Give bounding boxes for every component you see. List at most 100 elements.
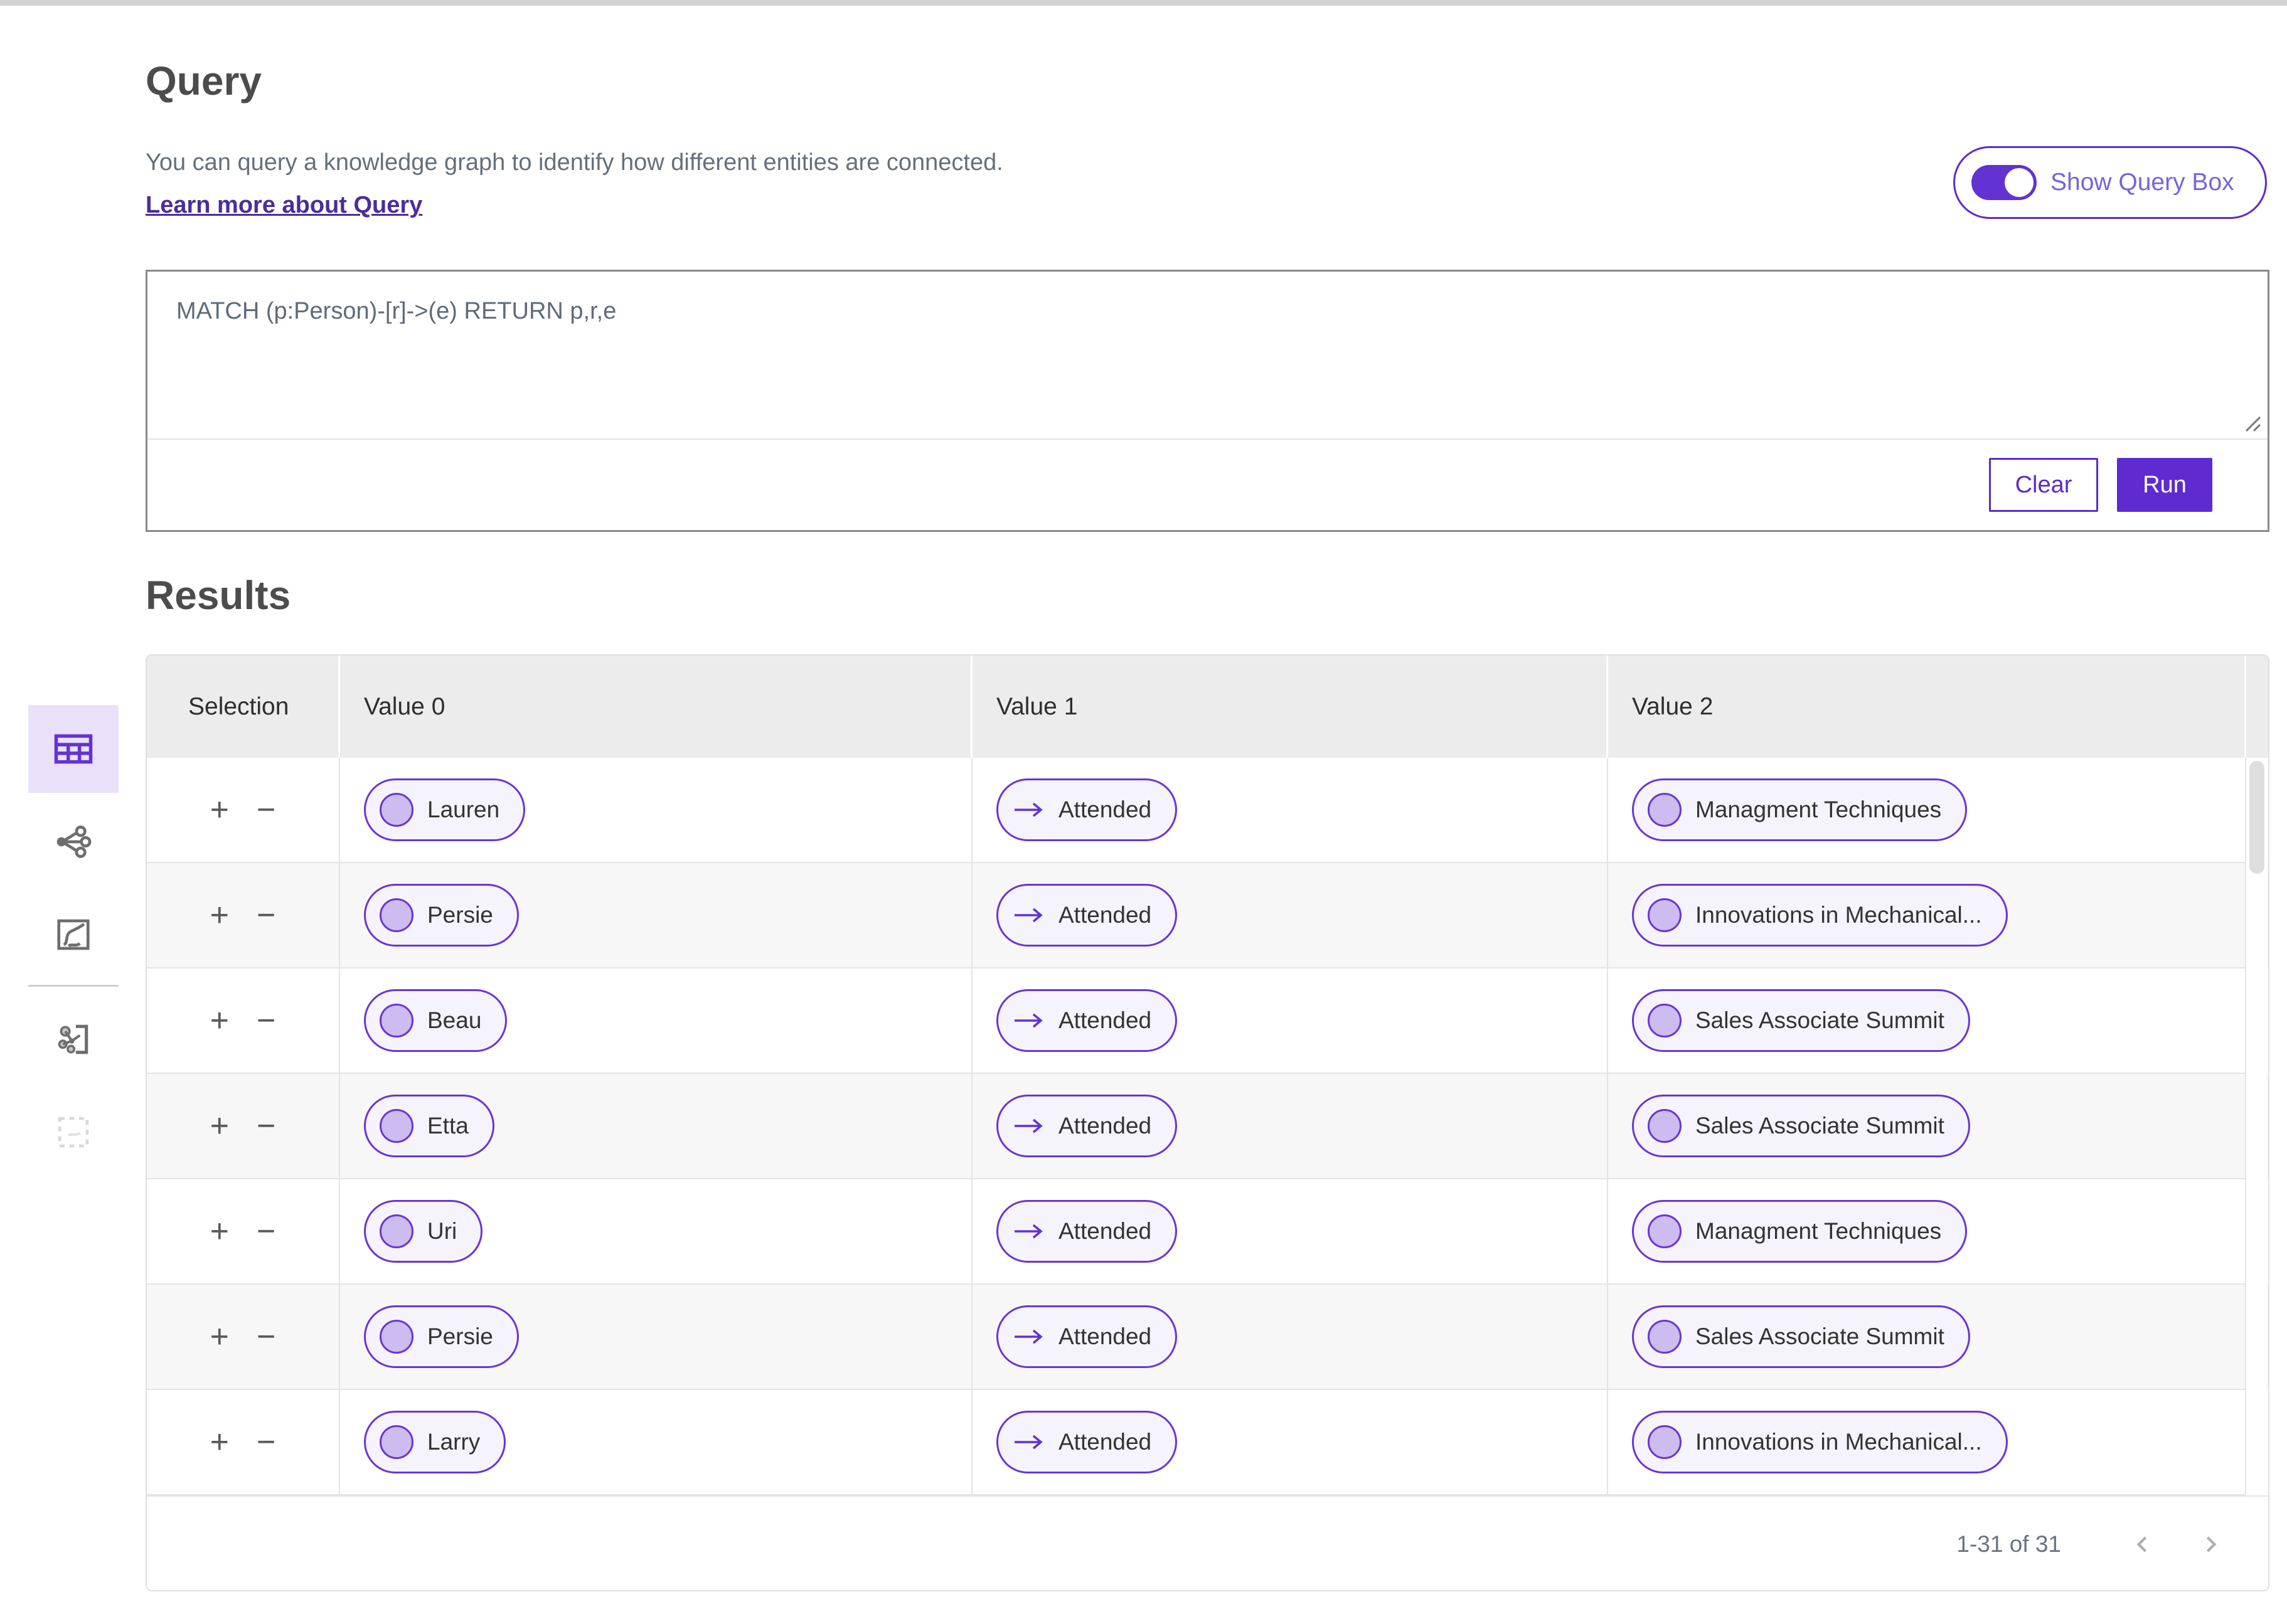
node-pill[interactable]: Lauren <box>364 778 525 841</box>
expand-row-button[interactable]: + <box>210 1426 229 1458</box>
pill-label: Sales Associate Summit <box>1695 1324 1944 1350</box>
node-pill[interactable]: Innovations in Mechanical... <box>1632 884 2008 947</box>
empty-selection-icon <box>54 1113 93 1152</box>
node-icon <box>1648 1109 1682 1143</box>
query-editor[interactable]: MATCH (p:Person)-[r]->(e) RETURN p,r,e <box>147 272 2268 440</box>
collapse-row-button[interactable]: − <box>257 1110 275 1142</box>
next-page-button[interactable] <box>2193 1527 2228 1562</box>
column-header-value0: Value 0 <box>340 655 973 758</box>
pagination-range: 1-31 of 31 <box>1956 1531 2061 1558</box>
pill-label: Uri <box>427 1218 457 1245</box>
table-body: + − Lauren Attended Managment Techniques… <box>147 758 2268 1495</box>
node-icon <box>1648 1214 1682 1248</box>
expand-row-button[interactable]: + <box>210 1110 229 1142</box>
expand-row-button[interactable]: + <box>210 793 229 826</box>
pill-label: Innovations in Mechanical... <box>1695 1429 1982 1455</box>
view-switcher-sidebar <box>28 705 119 1181</box>
arrow-right-icon <box>1012 1432 1045 1452</box>
node-pill[interactable]: Persie <box>364 1305 519 1368</box>
sidebar-item-graph-view[interactable] <box>28 798 119 886</box>
query-page: Query You can query a knowledge graph to… <box>0 0 2287 1624</box>
edge-pill[interactable]: Attended <box>996 1095 1177 1157</box>
clear-button[interactable]: Clear <box>1989 458 2098 512</box>
node-icon <box>380 1004 413 1038</box>
sidebar-item-route-view[interactable] <box>28 891 119 979</box>
query-text: MATCH (p:Person)-[r]->(e) RETURN p,r,e <box>176 298 2239 325</box>
edge-pill[interactable]: Attended <box>996 1305 1177 1368</box>
pill-label: Lauren <box>427 797 499 823</box>
pill-label: Attended <box>1058 1113 1151 1139</box>
page-title: Query <box>146 58 262 104</box>
expand-row-button[interactable]: + <box>210 899 229 931</box>
node-pill[interactable]: Uri <box>364 1200 482 1263</box>
arrow-right-icon <box>1012 1116 1045 1136</box>
query-box: MATCH (p:Person)-[r]->(e) RETURN p,r,e C… <box>146 270 2269 532</box>
node-icon <box>380 793 413 827</box>
pill-label: Persie <box>427 902 493 928</box>
collapse-row-button[interactable]: − <box>257 899 275 931</box>
table-row: + − Etta Attended Sales Associate Summit <box>147 1074 2268 1179</box>
edge-pill[interactable]: Attended <box>996 1200 1177 1263</box>
node-pill[interactable]: Sales Associate Summit <box>1632 1095 1970 1157</box>
pill-label: Attended <box>1058 1324 1151 1350</box>
edge-pill[interactable]: Attended <box>996 989 1177 1052</box>
node-icon <box>380 1109 413 1143</box>
pill-label: Attended <box>1058 797 1151 823</box>
node-icon <box>1648 793 1682 827</box>
node-pill[interactable]: Beau <box>364 989 507 1052</box>
node-icon <box>380 898 413 932</box>
results-title: Results <box>146 572 291 618</box>
expand-row-button[interactable]: + <box>210 1004 229 1037</box>
edge-pill[interactable]: Attended <box>996 884 1177 947</box>
table-footer: 1-31 of 31 <box>147 1495 2268 1591</box>
pill-label: Larry <box>427 1429 480 1455</box>
window-top-edge <box>0 0 2287 6</box>
arrow-right-icon <box>1012 800 1045 820</box>
edge-pill[interactable]: Attended <box>996 778 1177 841</box>
node-pill[interactable]: Innovations in Mechanical... <box>1632 1411 2008 1473</box>
table-row: + − Larry Attended Innovations in Mechan… <box>147 1390 2268 1495</box>
chevron-right-icon <box>2197 1531 2224 1558</box>
sidebar-divider <box>28 985 119 987</box>
pill-label: Beau <box>427 1007 481 1034</box>
collapse-row-button[interactable]: − <box>257 1004 275 1037</box>
node-icon <box>1648 1425 1682 1459</box>
toggle-switch-on[interactable] <box>1971 165 2037 200</box>
chevron-left-icon <box>2129 1531 2156 1558</box>
collapse-row-button[interactable]: − <box>257 1215 275 1248</box>
collapse-row-button[interactable]: − <box>257 793 275 826</box>
node-pill[interactable]: Larry <box>364 1411 506 1473</box>
run-button[interactable]: Run <box>2117 458 2212 512</box>
node-icon <box>380 1214 413 1248</box>
node-pill[interactable]: Sales Associate Summit <box>1632 1305 1970 1368</box>
node-pill[interactable]: Sales Associate Summit <box>1632 989 1970 1052</box>
page-description: You can query a knowledge graph to ident… <box>146 149 1003 176</box>
node-pill[interactable]: Managment Techniques <box>1632 1200 1967 1263</box>
previous-page-button[interactable] <box>2125 1527 2160 1562</box>
table-row: + − Uri Attended Managment Techniques <box>147 1179 2268 1285</box>
node-icon <box>1648 898 1682 932</box>
node-pill[interactable]: Managment Techniques <box>1632 778 1967 841</box>
query-actions: Clear Run <box>147 440 2268 530</box>
resize-handle-icon[interactable] <box>2241 412 2263 433</box>
pill-label: Sales Associate Summit <box>1695 1113 1944 1139</box>
pill-label: Managment Techniques <box>1695 1218 1941 1245</box>
pill-label: Attended <box>1058 902 1151 928</box>
show-query-box-toggle[interactable]: Show Query Box <box>1953 146 2267 219</box>
pill-label: Attended <box>1058 1429 1151 1455</box>
expand-row-button[interactable]: + <box>210 1215 229 1248</box>
node-pill[interactable]: Persie <box>364 884 519 947</box>
expand-row-button[interactable]: + <box>210 1320 229 1353</box>
toggle-knob <box>2005 168 2034 197</box>
learn-more-link[interactable]: Learn more about Query <box>146 192 422 219</box>
edge-pill[interactable]: Attended <box>996 1411 1177 1473</box>
collapse-row-button[interactable]: − <box>257 1426 275 1458</box>
node-icon <box>380 1320 413 1354</box>
pill-label: Attended <box>1058 1218 1151 1245</box>
sidebar-item-table-view[interactable] <box>28 705 119 793</box>
vertical-scrollbar-thumb[interactable] <box>2249 761 2264 874</box>
node-icon <box>1648 1320 1682 1354</box>
node-pill[interactable]: Etta <box>364 1095 494 1157</box>
collapse-row-button[interactable]: − <box>257 1320 275 1353</box>
sidebar-item-send-to-graph[interactable] <box>28 995 119 1083</box>
